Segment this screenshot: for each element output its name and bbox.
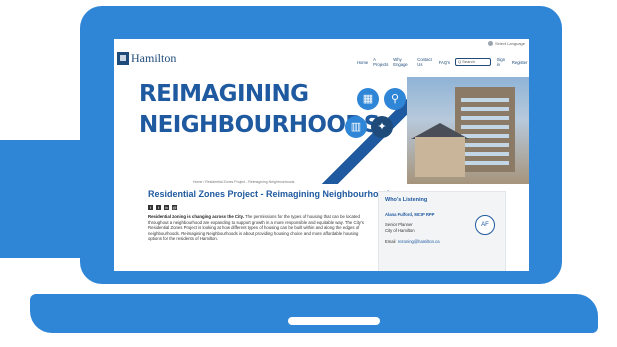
neighbourhood-photo: [407, 77, 529, 184]
house: [415, 137, 465, 177]
email-label: Email: [385, 239, 396, 244]
breadcrumb[interactable]: Home / Residential Zones Project - Reima…: [193, 180, 294, 184]
page-description: Residential zoning is changing across th…: [148, 214, 366, 242]
chart-icon: ▥: [345, 116, 367, 138]
linkedin-icon[interactable]: in: [164, 205, 169, 210]
city-crest-icon: [117, 51, 129, 65]
bikes-icon: ⚲: [384, 88, 406, 110]
contact-name: Alana Fulford, MCIP RPP: [385, 212, 435, 217]
housing-icon: ▦: [357, 88, 379, 110]
hamilton-logo[interactable]: Hamilton: [117, 51, 176, 65]
card-title: Who's Listening: [385, 197, 428, 203]
whos-listening-card: Who's Listening Alana Fulford, MCIP RPP …: [378, 191, 506, 271]
search-input[interactable]: Q Search: [455, 58, 491, 66]
contact-role: Senior Planner: [385, 222, 413, 227]
contact-org: City of Hamilton: [385, 228, 415, 233]
ideas-icon: ✦: [371, 116, 393, 138]
main-nav: Home A Projects Why Engage Contact Us FA…: [357, 57, 529, 67]
nav-home[interactable]: Home: [357, 60, 368, 65]
globe-icon: [487, 41, 493, 47]
nav-why-engage[interactable]: Why Engage: [393, 57, 412, 67]
email-link[interactable]: rezoning@hamilton.ca: [398, 239, 440, 244]
laptop-base: [30, 294, 598, 333]
hero-banner: REIMAGINING NEIGHBOURHOODS ▦ ⚲ ▭ ▥ ✦: [114, 77, 529, 184]
avatar: AF: [475, 215, 495, 235]
twitter-icon[interactable]: t: [156, 205, 161, 210]
laptop-screen: Select Language Hamilton Home A Projects…: [114, 39, 529, 271]
facebook-icon[interactable]: f: [148, 205, 153, 210]
sign-in-link[interactable]: Sign in: [497, 57, 507, 67]
hero-title-line1: REIMAGINING: [139, 81, 309, 107]
share-icons: f t in @: [148, 205, 180, 210]
nav-contact-us[interactable]: Contact Us: [417, 57, 433, 67]
trackpad: [288, 317, 380, 325]
site-header: Select Language Hamilton Home A Projects…: [114, 39, 529, 77]
language-label: Select Language: [494, 41, 525, 46]
register-link[interactable]: Register: [512, 60, 528, 65]
lead-sentence: Residential zoning is changing across th…: [148, 214, 244, 219]
email-icon[interactable]: @: [172, 205, 177, 210]
page-title: Residential Zones Project - Reimagining …: [148, 189, 395, 199]
brand-name: Hamilton: [131, 50, 177, 65]
nav-projects[interactable]: A Projects: [373, 57, 388, 67]
language-selector[interactable]: Select Language: [487, 41, 525, 47]
nav-faqs[interactable]: FAQ's: [439, 60, 450, 65]
contact-email-row: Email rezoning@hamilton.ca: [385, 239, 440, 244]
